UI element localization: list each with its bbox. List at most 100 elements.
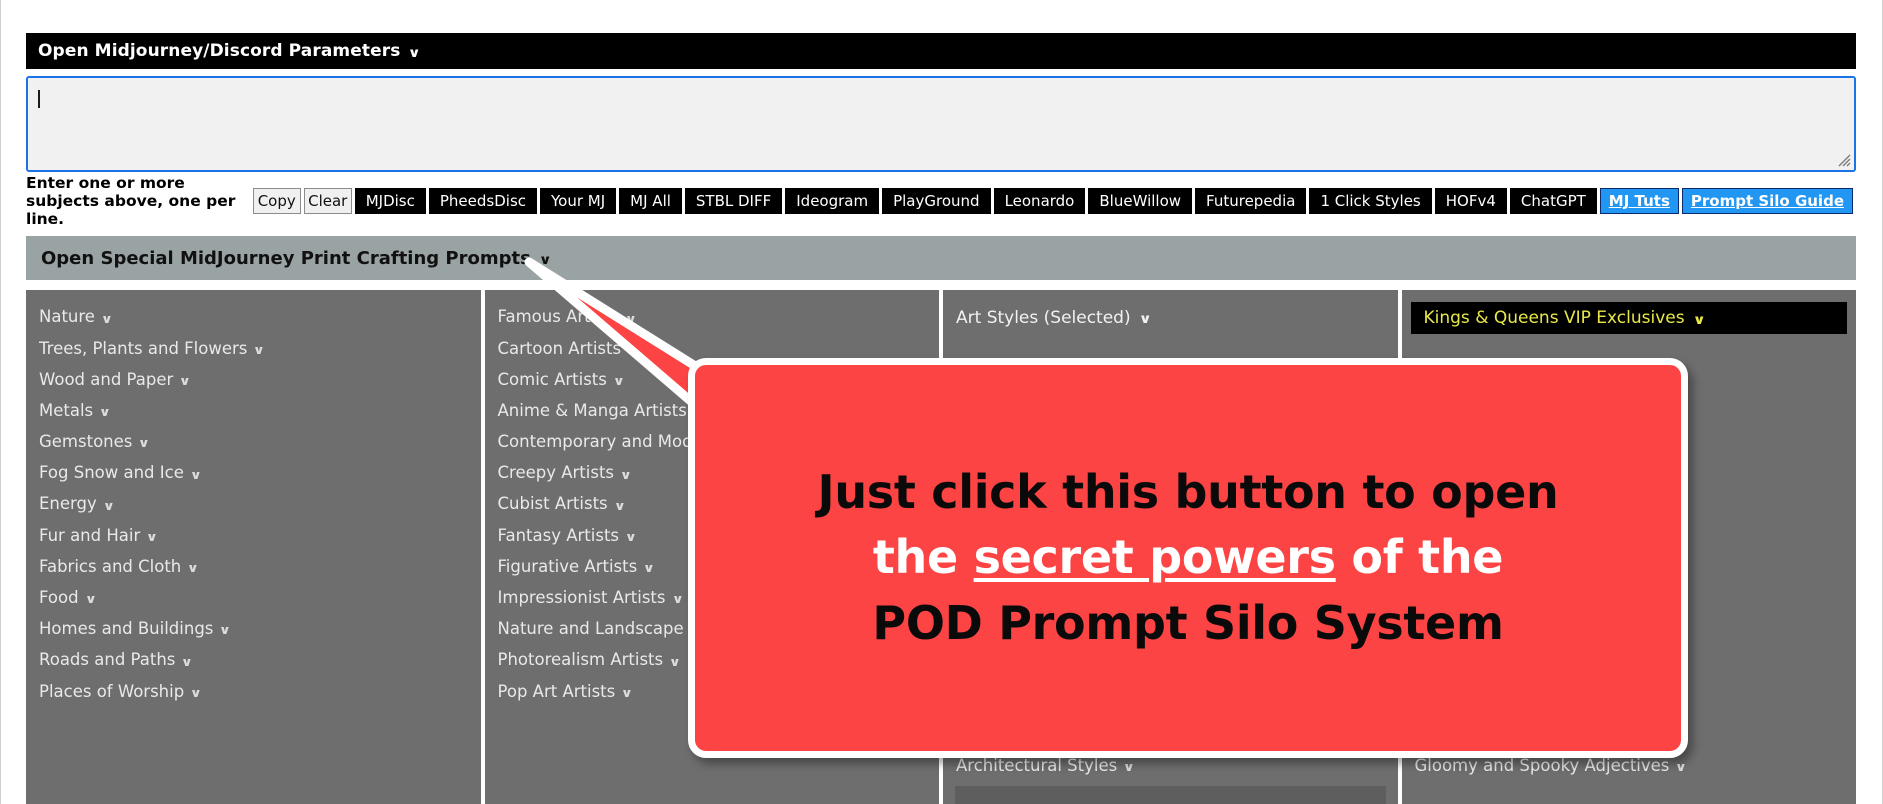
category-label: Pop Art Artists [497, 681, 616, 701]
stbl-diff-button[interactable]: STBL DIFF [684, 188, 783, 214]
chevron-down-icon: ∨ [619, 467, 632, 482]
category-homes-and-buildings[interactable]: Homes and Buildings ∨ [26, 614, 481, 645]
category-label: Anime & Manga Artists [497, 400, 687, 420]
category-food[interactable]: Food ∨ [26, 583, 481, 614]
chevron-down-icon: ∨ [621, 685, 634, 700]
chevron-down-icon: ∨ [1675, 760, 1688, 775]
chevron-down-icon: ∨ [613, 498, 626, 513]
callout-line-3: POD Prompt Silo System [872, 595, 1504, 650]
chatgpt-button[interactable]: ChatGPT [1509, 188, 1597, 214]
your-mj-button[interactable]: Your MJ [540, 188, 617, 214]
category-label: Trees, Plants and Flowers [39, 338, 248, 358]
callout-line-2-underlined: secret powers [973, 530, 1336, 585]
playground-button[interactable]: PlayGround [882, 188, 991, 214]
category-label: Creepy Artists [497, 463, 615, 483]
chevron-down-icon: ∨ [1692, 312, 1706, 328]
print-crafting-prompts-label: Open Special MidJourney Print Crafting P… [41, 247, 531, 269]
category-label: Fantasy Artists [497, 525, 620, 545]
futurepedia-button[interactable]: Futurepedia [1195, 188, 1307, 214]
category-energy[interactable]: Energy ∨ [26, 489, 481, 520]
category-label: Cartoon Artists [497, 338, 622, 358]
chevron-down-icon: ∨ [612, 373, 625, 388]
category-label: Gloomy and Spooky Adjectives [1414, 756, 1670, 776]
category-label: Fur and Hair [39, 525, 141, 545]
category-famous-artists[interactable]: Famous Artists ∨ [485, 302, 940, 333]
chevron-down-icon: ∨ [408, 45, 422, 61]
category-label: Comic Artists [497, 369, 607, 389]
chevron-down-icon: ∨ [181, 654, 194, 669]
chevron-down-icon: ∨ [668, 654, 682, 669]
category-label: Fabrics and Cloth [39, 556, 182, 576]
chevron-down-icon: ∨ [98, 405, 112, 420]
midjourney-discord-parameters-label: Open Midjourney/Discord Parameters [38, 41, 401, 61]
bluewillow-button[interactable]: BlueWillow [1088, 188, 1193, 214]
subject-input[interactable] [28, 78, 1854, 170]
print-crafting-prompts-bar[interactable]: Open Special MidJourney Print Crafting P… [26, 236, 1856, 280]
mjdisc-button[interactable]: MJDisc [354, 188, 426, 214]
midjourney-discord-parameters-bar[interactable]: Open Midjourney/Discord Parameters ∨ [26, 33, 1856, 69]
category-trees-plants-and-flowers[interactable]: Trees, Plants and Flowers ∨ [26, 333, 481, 364]
category-label: Figurative Artists [497, 556, 638, 576]
chevron-down-icon: ∨ [138, 436, 151, 451]
category-label: Famous Artists [497, 307, 619, 327]
one-click-styles-button[interactable]: 1 Click Styles [1309, 188, 1432, 214]
category-roads-and-paths[interactable]: Roads and Paths ∨ [26, 645, 481, 676]
prompt-silo-guide-link[interactable]: Prompt Silo Guide [1681, 188, 1853, 214]
category-fabrics-and-cloth[interactable]: Fabrics and Cloth ∨ [26, 552, 481, 583]
category-kings-queens-vip-exclusives[interactable]: Kings & Queens VIP Exclusives ∨ [1410, 302, 1847, 334]
category-label: Gemstones [39, 432, 133, 452]
category-label: Photorealism Artists [497, 650, 664, 670]
category-places-of-worship[interactable]: Places of Worship ∨ [26, 676, 481, 707]
chevron-down-icon: ∨ [642, 561, 656, 576]
category-label: Architectural Styles [956, 756, 1118, 776]
column-art-styles-bottom: Architectural Styles ∨ [943, 751, 1398, 804]
chevron-down-icon: ∨ [671, 592, 684, 607]
clear-button[interactable]: Clear [303, 188, 352, 214]
chevron-down-icon: ∨ [187, 561, 200, 576]
chevron-down-icon: ∨ [189, 467, 202, 482]
copy-button[interactable]: Copy [252, 188, 301, 214]
subject-input-wrapper[interactable] [26, 76, 1856, 172]
ideogram-button[interactable]: Ideogram [785, 188, 880, 214]
category-label: Art Styles (Selected) [956, 307, 1131, 328]
category-art-styles-selected[interactable]: Art Styles (Selected) ∨ [943, 302, 1398, 333]
category-label: Places of Worship [39, 681, 185, 701]
callout-box: Just click this button to open the secre… [688, 358, 1688, 758]
hofv4-button[interactable]: HOFv4 [1434, 188, 1507, 214]
category-label: Wood and Paper [39, 369, 174, 389]
column-vip-bottom: Gloomy and Spooky Adjectives ∨ [1402, 751, 1857, 804]
subject-input-hint: Enter one or more subjects above, one pe… [26, 174, 236, 228]
callout-line-2-post: of the [1335, 530, 1504, 585]
chevron-down-icon: ∨ [624, 311, 637, 326]
callout-line-1: Just click this button to open [817, 465, 1559, 520]
category-nature[interactable]: Nature ∨ [26, 302, 481, 333]
chevron-down-icon: ∨ [179, 373, 192, 388]
chevron-down-icon: ∨ [624, 529, 637, 544]
category-gemstones[interactable]: Gemstones ∨ [26, 427, 481, 458]
column-nature: Nature ∨ Trees, Plants and Flowers ∨ Wood … [26, 290, 481, 804]
callout-line-2: the secret powers of the [873, 525, 1504, 590]
category-fur-and-hair[interactable]: Fur and Hair ∨ [26, 520, 481, 551]
chevron-down-icon: ∨ [253, 342, 266, 357]
category-metals[interactable]: Metals ∨ [26, 396, 481, 427]
category-label: Nature [39, 307, 95, 327]
chevron-down-icon: ∨ [1138, 312, 1152, 328]
category-label: Cubist Artists [497, 494, 608, 514]
chevron-down-icon: ∨ [102, 498, 115, 513]
category-label: Impressionist Artists [497, 588, 666, 608]
mj-all-button[interactable]: MJ All [619, 188, 682, 214]
pheedsdisc-button[interactable]: PheedsDisc [428, 188, 538, 214]
category-fog-snow-and-ice[interactable]: Fog Snow and Ice ∨ [26, 458, 481, 489]
chevron-down-icon: ∨ [538, 252, 552, 268]
category-label: Roads and Paths [39, 650, 176, 670]
category-label: Homes and Buildings [39, 619, 214, 639]
chevron-down-icon: ∨ [189, 685, 203, 700]
category-wood-and-paper[interactable]: Wood and Paper ∨ [26, 364, 481, 395]
category-label: Kings & Queens VIP Exclusives [1423, 308, 1685, 328]
mj-tuts-link[interactable]: MJ Tuts [1599, 188, 1679, 214]
art-styles-panel-stub [955, 786, 1386, 804]
chevron-down-icon: ∨ [219, 623, 232, 638]
chevron-down-icon: ∨ [626, 342, 640, 357]
leonardo-button[interactable]: Leonardo [993, 188, 1086, 214]
chevron-down-icon: ∨ [1123, 760, 1136, 775]
